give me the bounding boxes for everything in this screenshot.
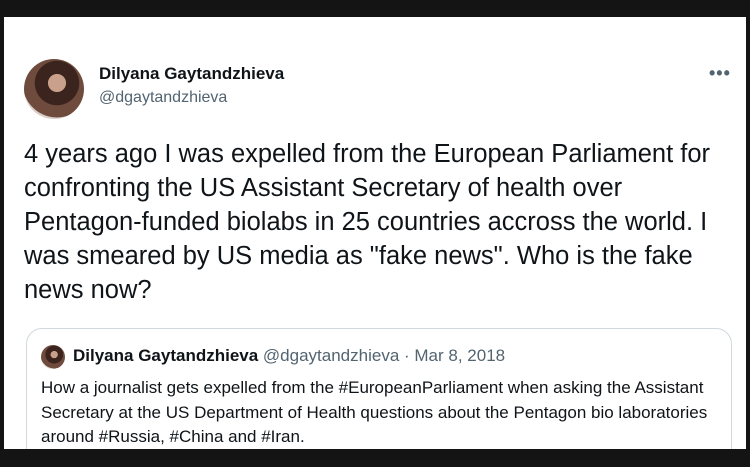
quoted-author-name: Dilyana Gaytandzhieva	[73, 346, 259, 365]
tweet-text: 4 years ago I was expelled from the Euro…	[24, 140, 711, 304]
quoted-tweet-text: How a journalist gets expelled from the …	[41, 378, 708, 446]
author-handle[interactable]: @dgaytandzhieva	[99, 89, 227, 107]
quoted-tweet[interactable]: Dilyana Gaytandzhieva @dgaytandzhieva · …	[26, 328, 732, 449]
quoted-tweet-meta: @dgaytandzhieva · Mar 8, 2018	[263, 346, 505, 365]
author-name[interactable]: Dilyana Gaytandzhieva	[99, 64, 284, 84]
tweet-card: Dilyana Gaytandzhieva @dgaytandzhieva ••…	[4, 17, 746, 449]
bottom-frame	[0, 449, 750, 467]
quoted-tweet-header: Dilyana Gaytandzhieva @dgaytandzhieva · …	[73, 346, 505, 366]
more-options-icon[interactable]: •••	[709, 63, 731, 84]
avatar[interactable]	[24, 59, 84, 119]
quoted-meta-text: @dgaytandzhieva · Mar 8, 2018	[262, 346, 506, 365]
quoted-avatar	[41, 345, 65, 369]
